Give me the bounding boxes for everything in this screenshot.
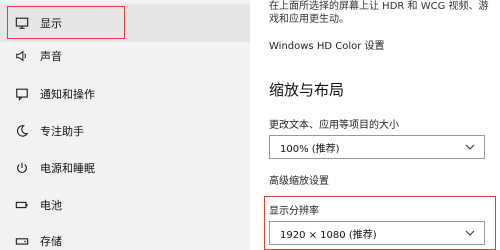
display-settings-pane: 在上面所选择的屏幕上让 HDR 和 WCG 视频、游戏和应用更生动。 Windo… (250, 0, 500, 250)
notification-icon (14, 86, 30, 102)
resolution-value: 1920 × 1080 (推荐) (280, 229, 377, 241)
sidebar-item-battery[interactable]: 电池 (0, 186, 250, 224)
power-icon (14, 160, 30, 176)
chevron-down-icon (465, 230, 475, 236)
scale-layout-title: 缩放与布局 (269, 81, 345, 99)
storage-icon (14, 233, 30, 249)
advanced-scaling-link[interactable]: 高级缩放设置 (269, 172, 329, 187)
resolution-label: 显示分辨率 (269, 206, 319, 217)
sidebar-item-label: 声音 (40, 50, 62, 63)
sidebar-item-label: 专注助手 (40, 125, 84, 138)
sidebar-item-label: 显示 (40, 17, 62, 30)
text-size-dropdown[interactable]: 100% (推荐) (269, 135, 485, 159)
text-size-label: 更改文本、应用等项目的大小 (269, 120, 399, 131)
sidebar-item-label: 电池 (40, 199, 62, 212)
hdr-description: 在上面所选择的屏幕上让 HDR 和 WCG 视频、游戏和应用更生动。 (269, 1, 489, 25)
chevron-down-icon (465, 144, 475, 150)
text-size-value: 100% (推荐) (280, 143, 340, 155)
resolution-dropdown[interactable]: 1920 × 1080 (推荐) (269, 221, 485, 245)
sidebar-item-power-sleep[interactable]: 电源和睡眠 (0, 149, 250, 187)
moon-icon (14, 123, 30, 139)
sidebar: 显示 声音 通知和操作 专注助手 电源和睡眠 电池 存储 (0, 0, 250, 250)
sidebar-item-label: 电源和睡眠 (40, 162, 95, 175)
sidebar-item-sound[interactable]: 声音 (0, 37, 250, 75)
settings-window: 显示 声音 通知和操作 专注助手 电源和睡眠 电池 存储 在上面所选择的屏幕上让… (0, 0, 500, 250)
sidebar-item-notifications[interactable]: 通知和操作 (0, 75, 250, 113)
monitor-icon (14, 15, 30, 31)
battery-icon (14, 197, 30, 213)
sidebar-item-storage[interactable]: 存储 (0, 222, 250, 250)
sidebar-item-label: 存储 (40, 235, 62, 248)
sidebar-item-label: 通知和操作 (40, 88, 95, 101)
sidebar-item-focus-assist[interactable]: 专注助手 (0, 112, 250, 150)
speaker-icon (14, 48, 30, 64)
hd-color-settings-link[interactable]: Windows HD Color 设置 (269, 37, 385, 52)
